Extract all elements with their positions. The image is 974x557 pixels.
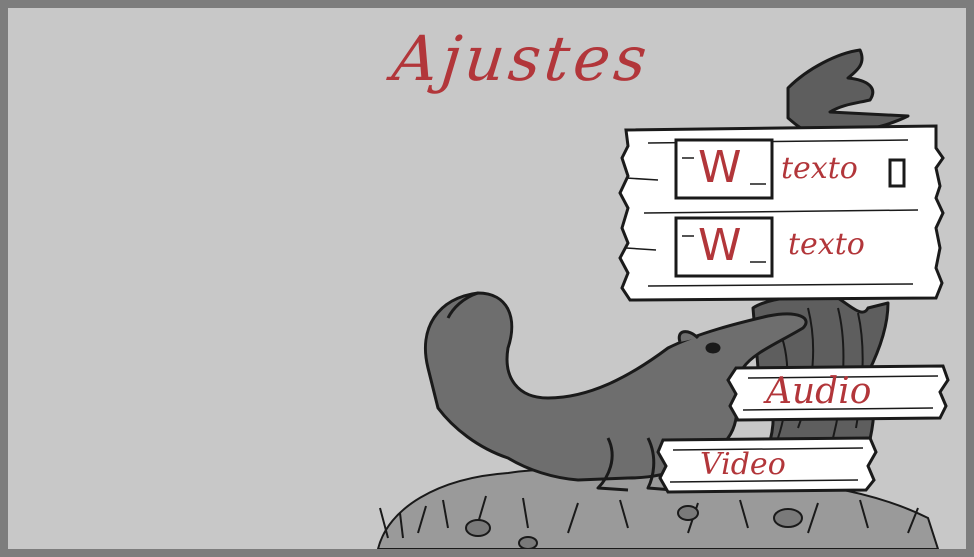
audio-button-label: Audio [766, 371, 872, 412]
screen-title: Ajustes [389, 22, 655, 95]
video-button[interactable]: Video [660, 438, 874, 492]
audio-button[interactable]: Audio [730, 366, 946, 420]
settings-screen: Ajustes W texto W texto Audio Video [8, 8, 966, 549]
row1-w-icon: W [698, 142, 742, 193]
row1-label: texto [781, 151, 858, 186]
row2-label: texto [788, 227, 865, 262]
video-button-label: Video [700, 447, 786, 482]
row2-w-icon: W [698, 220, 742, 271]
row1-toggle[interactable] [890, 160, 904, 186]
